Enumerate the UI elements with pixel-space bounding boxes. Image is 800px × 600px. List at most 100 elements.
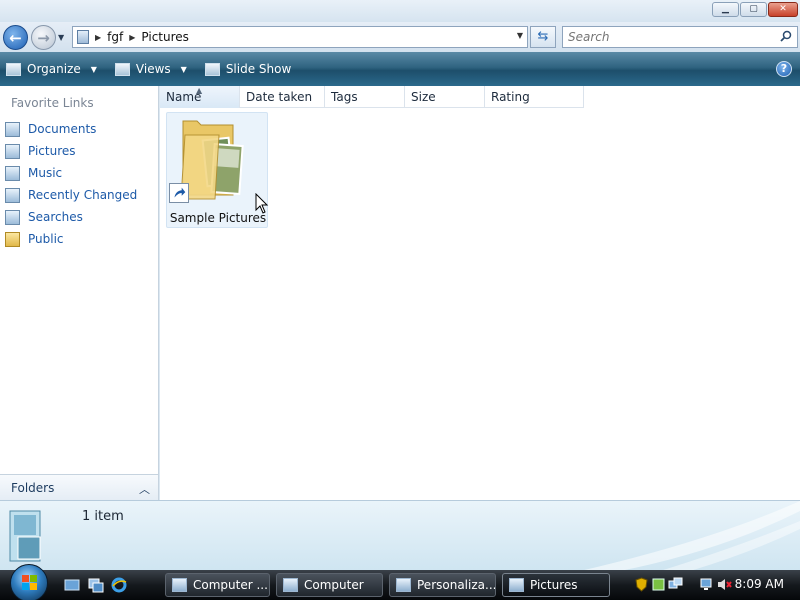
- show-desktop-icon[interactable]: [64, 577, 80, 593]
- nav-item-public[interactable]: Public: [5, 228, 137, 250]
- nav-item-documents[interactable]: Documents: [5, 118, 137, 140]
- column-header-rating-label: Rating: [491, 90, 530, 104]
- column-header-date-taken[interactable]: Date taken: [240, 86, 325, 108]
- nav-item-label: Public: [28, 232, 64, 246]
- column-header-date-taken-label: Date taken: [246, 90, 313, 104]
- favorite-links-heading: Favorite Links: [11, 96, 94, 110]
- nav-item-music[interactable]: Music: [5, 162, 137, 184]
- slideshow-label: Slide Show: [225, 62, 292, 76]
- network-status-icon[interactable]: [668, 577, 683, 592]
- column-header-rating[interactable]: Rating: [485, 86, 584, 108]
- details-pane: 1 item: [0, 500, 800, 570]
- documents-icon: [5, 121, 20, 137]
- system-tray: 8:09 AM: [630, 570, 800, 600]
- minimize-button[interactable]: ▁: [712, 2, 739, 17]
- views-label: Views: [135, 62, 171, 76]
- nav-item-pictures[interactable]: Pictures: [5, 140, 137, 162]
- address-bar[interactable]: ▶ fgf ▶ Pictures ▼: [72, 26, 528, 48]
- navigation-pane: Favorite Links Documents Pictures Music …: [0, 86, 159, 500]
- pictures-location-icon: [77, 30, 89, 44]
- address-dropdown-icon[interactable]: ▼: [517, 31, 523, 40]
- forward-button[interactable]: →: [31, 25, 56, 50]
- address-row: ← → ▼ ▶ fgf ▶ Pictures ▼ ⇆: [0, 22, 800, 52]
- help-icon[interactable]: ?: [776, 61, 792, 77]
- file-item-label: Sample Pictures: [169, 211, 267, 225]
- personalization-icon: [396, 578, 411, 592]
- taskbar-button-pictures[interactable]: Pictures: [502, 573, 610, 597]
- favorite-links-list: Documents Pictures Music Recently Change…: [5, 118, 137, 250]
- column-header-size-label: Size: [411, 90, 436, 104]
- close-button[interactable]: ✕: [768, 2, 798, 17]
- taskbar-button-computer-1[interactable]: Computer ...: [165, 573, 270, 597]
- taskbar-button-label: Computer ...: [193, 578, 268, 592]
- organize-label: Organize: [27, 62, 81, 76]
- search-icon[interactable]: [780, 30, 792, 42]
- nav-item-searches[interactable]: Searches: [5, 206, 137, 228]
- nav-item-label: Documents: [28, 122, 97, 136]
- caption-buttons: ▁ ▢ ✕: [712, 2, 798, 17]
- nav-item-recently-changed[interactable]: Recently Changed: [5, 184, 137, 206]
- views-button[interactable]: Views ▼: [114, 62, 187, 76]
- file-list-pane: ▲ Name Date taken Tags Size Rating Sample…: [160, 86, 800, 500]
- sort-ascending-icon: ▲: [196, 86, 203, 95]
- taskbar-button-label: Computer: [304, 578, 364, 592]
- chevron-down-icon: ▼: [180, 64, 187, 74]
- column-header-size[interactable]: Size: [405, 86, 485, 108]
- refresh-icon: ⇆: [537, 29, 549, 44]
- search-box[interactable]: [562, 26, 798, 48]
- maximize-button[interactable]: ▢: [740, 2, 767, 17]
- taskbar-button-computer-2[interactable]: Computer: [276, 573, 383, 597]
- breadcrumb-fgf[interactable]: fgf: [107, 30, 123, 44]
- search-input[interactable]: [568, 30, 768, 44]
- organize-button[interactable]: Organize ▼: [6, 62, 97, 76]
- refresh-button[interactable]: ⇆: [530, 26, 556, 48]
- security-shield-icon[interactable]: [634, 577, 649, 592]
- nav-item-label: Music: [28, 166, 63, 180]
- pictures-icon: [509, 578, 524, 592]
- back-arrow-icon: ←: [9, 28, 22, 47]
- computer-icon: [283, 578, 298, 592]
- details-pane-decoration: [584, 501, 800, 570]
- slideshow-button[interactable]: Slide Show: [204, 62, 292, 76]
- command-toolbar: Organize ▼ Views ▼ Slide Show ?: [0, 52, 800, 86]
- title-bar: ▁ ▢ ✕: [0, 0, 800, 22]
- organize-icon: [6, 62, 21, 76]
- column-header-tags[interactable]: Tags: [325, 86, 405, 108]
- folders-toggle[interactable]: Folders ︿: [0, 474, 158, 500]
- recently-changed-icon: [5, 187, 20, 203]
- column-header-name[interactable]: ▲ Name: [160, 86, 240, 108]
- volume-muted-icon[interactable]: [717, 577, 732, 592]
- public-folder-icon: [5, 231, 20, 247]
- taskbar-button-label: Personaliza...: [417, 578, 496, 592]
- taskbar-button-label: Pictures: [530, 578, 578, 592]
- breadcrumb-separator-icon[interactable]: ▶: [129, 33, 135, 42]
- taskbar-button-personalization[interactable]: Personaliza...: [389, 573, 496, 597]
- nav-item-label: Searches: [28, 210, 83, 224]
- views-icon: [114, 62, 130, 76]
- nav-item-label: Recently Changed: [28, 188, 138, 202]
- recent-pages-dropdown[interactable]: ▼: [58, 33, 64, 42]
- switch-windows-icon[interactable]: [88, 577, 104, 593]
- file-item-sample-pictures[interactable]: Sample Pictures: [166, 112, 269, 228]
- chevron-up-icon: ︿: [139, 483, 150, 496]
- system-clock[interactable]: 8:09 AM: [735, 577, 784, 591]
- chevron-down-icon: ▼: [90, 64, 97, 74]
- item-count: 1 item: [82, 509, 124, 524]
- start-button[interactable]: [10, 564, 48, 600]
- breadcrumb-pictures[interactable]: Pictures: [141, 30, 189, 44]
- internet-explorer-icon[interactable]: [111, 577, 127, 593]
- folders-label: Folders: [11, 480, 55, 495]
- windows-logo-icon: [22, 575, 37, 590]
- forward-arrow-icon: →: [37, 28, 50, 47]
- sidebar-icon[interactable]: [651, 577, 666, 592]
- music-icon: [5, 165, 20, 181]
- nav-item-label: Pictures: [28, 144, 76, 158]
- back-button[interactable]: ←: [3, 25, 28, 50]
- column-headers: ▲ Name Date taken Tags Size Rating: [160, 86, 584, 108]
- breadcrumb-separator-icon[interactable]: ▶: [95, 33, 101, 42]
- computer-icon: [172, 578, 187, 592]
- network-connection-icon[interactable]: [700, 577, 715, 592]
- searches-icon: [5, 209, 20, 225]
- slideshow-icon: [204, 62, 220, 76]
- pictures-icon: [5, 143, 20, 159]
